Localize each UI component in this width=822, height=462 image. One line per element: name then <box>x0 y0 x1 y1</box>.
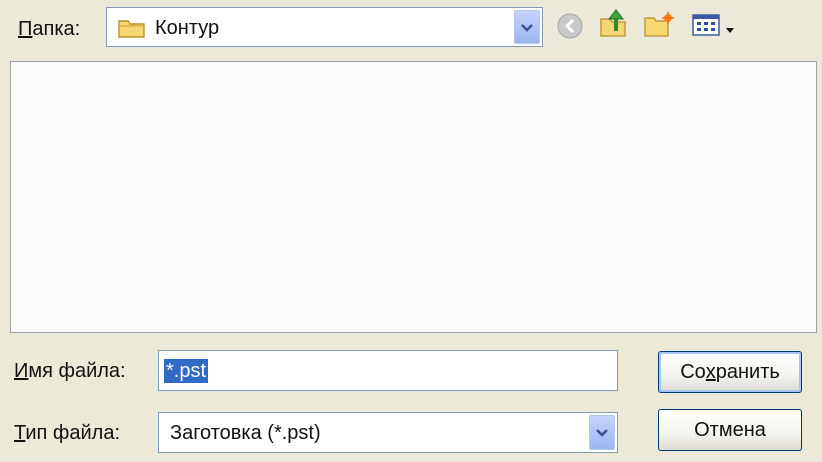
filetype-value: Заготовка (*.pst) <box>170 422 321 444</box>
cancel-button[interactable]: Отмена <box>658 409 802 451</box>
filename-value: *.pst <box>164 359 209 383</box>
file-list[interactable] <box>10 61 817 333</box>
filename-label: Имя файла: <box>14 360 126 382</box>
filetype-label: Тип файла: <box>14 422 121 444</box>
chevron-down-icon <box>725 17 735 40</box>
save-button[interactable]: Со х ранить <box>658 351 802 393</box>
chevron-down-icon <box>520 16 534 39</box>
back-arrow-icon <box>555 11 585 47</box>
back-button[interactable] <box>554 13 586 45</box>
folder-dropdown-button[interactable] <box>514 10 540 44</box>
filetype-dropdown-button[interactable] <box>589 415 615 450</box>
filename-input[interactable]: *.pst <box>158 350 618 391</box>
up-folder-button[interactable] <box>598 7 630 45</box>
new-folder-button[interactable] <box>643 12 675 44</box>
view-menu-icon <box>691 12 723 44</box>
folder-icon <box>117 16 147 46</box>
folder-label: Папка: <box>18 18 81 40</box>
filetype-combobox[interactable]: Заготовка (*.pst) <box>158 412 618 453</box>
chevron-down-icon <box>595 421 609 444</box>
folder-combobox[interactable]: Контур <box>106 7 543 47</box>
view-menu-button[interactable] <box>691 12 739 44</box>
folder-current-value: Контур <box>155 17 220 39</box>
up-folder-icon <box>598 7 630 45</box>
new-folder-icon <box>643 10 675 46</box>
